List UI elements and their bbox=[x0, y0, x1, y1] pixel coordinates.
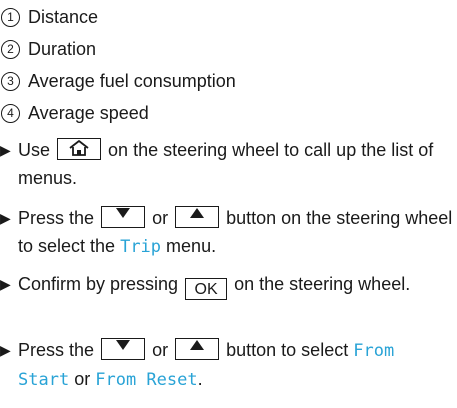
ok-button-key: OK bbox=[185, 278, 228, 300]
step-text: Press the or button on the steering whee… bbox=[18, 206, 453, 257]
up-button-key bbox=[175, 206, 220, 228]
down-triangle-icon bbox=[116, 208, 131, 218]
step-text: Press the or button to select From Start… bbox=[18, 338, 395, 390]
up-button-key bbox=[175, 338, 220, 360]
step-text: Confirm by pressing OK on the steering w… bbox=[18, 274, 411, 300]
manual-page: 1 Distance 2 Duration 3 Average fuel consum… bbox=[0, 0, 457, 408]
up-triangle-icon bbox=[190, 208, 205, 218]
instruction-step-1: ▶ Use on the steering wheel to call up t… bbox=[0, 136, 455, 192]
legend-item-distance: 1 Distance bbox=[0, 6, 98, 28]
instruction-step-3: ▶ Confirm by pressing OK on the steering… bbox=[0, 270, 455, 300]
legend-label: Average fuel consumption bbox=[28, 71, 236, 91]
legend-item-average-fuel-consumption: 3 Average fuel consumption bbox=[0, 70, 236, 92]
down-button-key bbox=[101, 338, 146, 360]
legend-number-badge: 3 bbox=[1, 72, 20, 91]
down-triangle-icon bbox=[116, 340, 131, 350]
home-button-key bbox=[57, 138, 102, 160]
bullet-arrow-icon: ▶ bbox=[0, 276, 11, 292]
legend-number-badge: 1 bbox=[1, 8, 20, 27]
legend-label: Duration bbox=[28, 39, 97, 59]
menu-name-trip: Trip bbox=[120, 237, 162, 257]
bullet-arrow-icon: ▶ bbox=[0, 342, 11, 358]
legend-label: Average speed bbox=[28, 103, 149, 123]
home-icon bbox=[69, 140, 89, 156]
down-button-key bbox=[101, 206, 146, 228]
instruction-step-4: ▶ Press the or button to select From Sta… bbox=[0, 336, 455, 394]
bullet-arrow-icon: ▶ bbox=[0, 210, 11, 226]
legend-item-average-speed: 4 Average speed bbox=[0, 102, 149, 124]
legend-item-duration: 2 Duration bbox=[0, 38, 96, 60]
legend-label: Distance bbox=[28, 7, 99, 27]
bullet-arrow-icon: ▶ bbox=[0, 142, 11, 158]
instruction-step-2: ▶ Press the or button on the steering wh… bbox=[0, 204, 455, 261]
up-triangle-icon bbox=[190, 340, 205, 350]
legend-number-badge: 4 bbox=[1, 104, 20, 123]
step-text: Use on the steering wheel to call up the… bbox=[18, 138, 434, 188]
menu-option-from-reset: From Reset bbox=[95, 370, 198, 390]
legend-number-badge: 2 bbox=[1, 40, 20, 59]
